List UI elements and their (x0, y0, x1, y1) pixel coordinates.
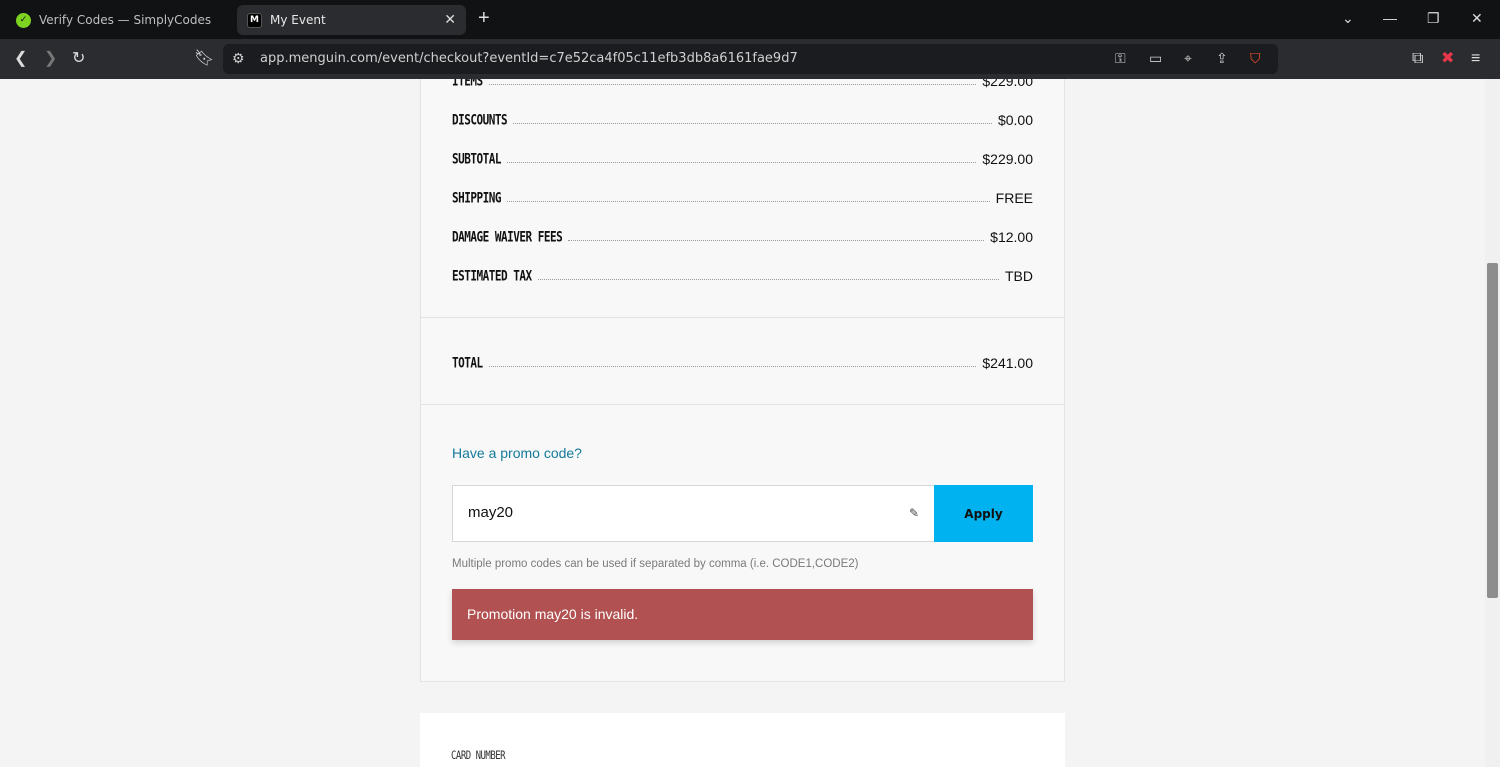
tab-title: Verify Codes — SimplyCodes (39, 13, 212, 27)
edit-icon: ✎ (908, 506, 919, 520)
dot-leader (506, 201, 990, 202)
profile-extension-icon[interactable]: ✖ (1441, 49, 1454, 69)
summary-row-shipping: SHIPPING FREE (452, 186, 1033, 206)
summary-row-discounts: DISCOUNTS $0.00 (452, 108, 1033, 128)
total-value: $241.00 (982, 355, 1033, 371)
payment-card: CARD NUMBER (420, 713, 1065, 767)
total-label: TOTAL (452, 354, 483, 371)
summary-row-damage-waiver: DAMAGE WAIVER FEES $12.00 (452, 225, 1033, 245)
summary-row-total: TOTAL $241.00 (452, 351, 1033, 371)
forward-icon[interactable]: ❯ (44, 49, 57, 69)
row-value: $12.00 (990, 229, 1033, 245)
row-label: SHIPPING (452, 189, 501, 206)
location-icon[interactable]: ⌖ (1184, 50, 1192, 67)
scrollbar-thumb[interactable] (1487, 263, 1498, 598)
page-content: ITEMS $229.00 DISCOUNTS $0.00 SUBTOTAL $… (0, 79, 1485, 767)
url-text[interactable]: app.menguin.com/event/checkout?eventId=c… (260, 51, 798, 66)
address-bar[interactable]: ⚙︎ app.menguin.com/event/checkout?eventI… (223, 44, 1278, 74)
browser-tab-bar: ✓ Verify Codes — SimplyCodes M My Event … (0, 0, 1500, 39)
minimize-icon[interactable]: — (1383, 10, 1397, 26)
dot-leader (488, 84, 977, 85)
close-tab-icon[interactable]: ✕ (444, 12, 456, 28)
reload-icon[interactable]: ↻ (72, 49, 85, 69)
browser-nav-bar: ❮ ❯ ↻ 🔖︎ ⚙︎ app.menguin.com/event/checko… (0, 39, 1500, 79)
promo-helper-text: Multiple promo codes can be used if sepa… (452, 558, 859, 570)
summary-row-estimated-tax: ESTIMATED TAX TBD (452, 264, 1033, 284)
row-label: DAMAGE WAIVER FEES (452, 228, 563, 245)
summary-row-items: ITEMS $229.00 (452, 79, 1033, 89)
back-icon[interactable]: ❮ (14, 49, 27, 69)
page-scrollbar[interactable] (1485, 79, 1500, 767)
row-value: TBD (1005, 268, 1033, 284)
new-tab-icon[interactable]: + (478, 8, 490, 28)
row-label: DISCOUNTS (452, 111, 508, 128)
summary-row-subtotal: SUBTOTAL $229.00 (452, 147, 1033, 167)
share-icon[interactable]: ⇪ (1216, 50, 1228, 67)
extensions-icon[interactable]: ⧉ (1412, 49, 1423, 69)
promo-error-alert: Promotion may20 is invalid. (452, 589, 1033, 640)
card-number-label: CARD NUMBER (451, 750, 506, 763)
restore-icon[interactable]: ❐ (1427, 10, 1440, 27)
row-value: $229.00 (982, 151, 1033, 167)
menguin-favicon-icon: M (247, 12, 262, 28)
row-value: FREE (995, 190, 1033, 206)
tab-search-chevron-icon[interactable]: ⌄ (1342, 10, 1354, 27)
row-value: $229.00 (982, 79, 1033, 89)
apply-button[interactable]: Apply (934, 485, 1033, 542)
password-key-icon[interactable]: ⚿ (1115, 50, 1126, 67)
promo-code-input[interactable] (468, 504, 888, 521)
divider (421, 404, 1064, 405)
row-label: ITEMS (452, 79, 483, 89)
bookmark-icon[interactable]: 🔖︎ (194, 49, 214, 69)
brave-shield-icon[interactable]: ⛉ (1250, 50, 1261, 67)
row-value: $0.00 (997, 112, 1033, 128)
tab-my-event[interactable]: M My Event ✕ (237, 5, 466, 35)
window-close-icon[interactable]: ✕ (1471, 10, 1483, 27)
row-label: SUBTOTAL (452, 150, 501, 167)
promo-code-link[interactable]: Have a promo code? (452, 445, 582, 461)
menu-icon[interactable]: ≡ (1471, 49, 1480, 69)
site-settings-icon[interactable]: ⚙︎ (232, 50, 245, 67)
tab-title: My Event (270, 13, 326, 27)
dot-leader (537, 279, 999, 280)
dot-leader (488, 366, 977, 367)
cast-icon[interactable]: ▭ (1149, 50, 1162, 67)
divider (421, 317, 1064, 318)
simplycodes-favicon-icon: ✓ (16, 12, 31, 28)
tab-verify-codes[interactable]: ✓ Verify Codes — SimplyCodes (8, 5, 230, 35)
order-summary-card: ITEMS $229.00 DISCOUNTS $0.00 SUBTOTAL $… (420, 79, 1065, 682)
dot-leader (513, 123, 992, 124)
promo-code-field[interactable]: ✎ (452, 485, 934, 542)
dot-leader (506, 162, 977, 163)
dot-leader (568, 240, 985, 241)
row-label: ESTIMATED TAX (452, 267, 532, 284)
